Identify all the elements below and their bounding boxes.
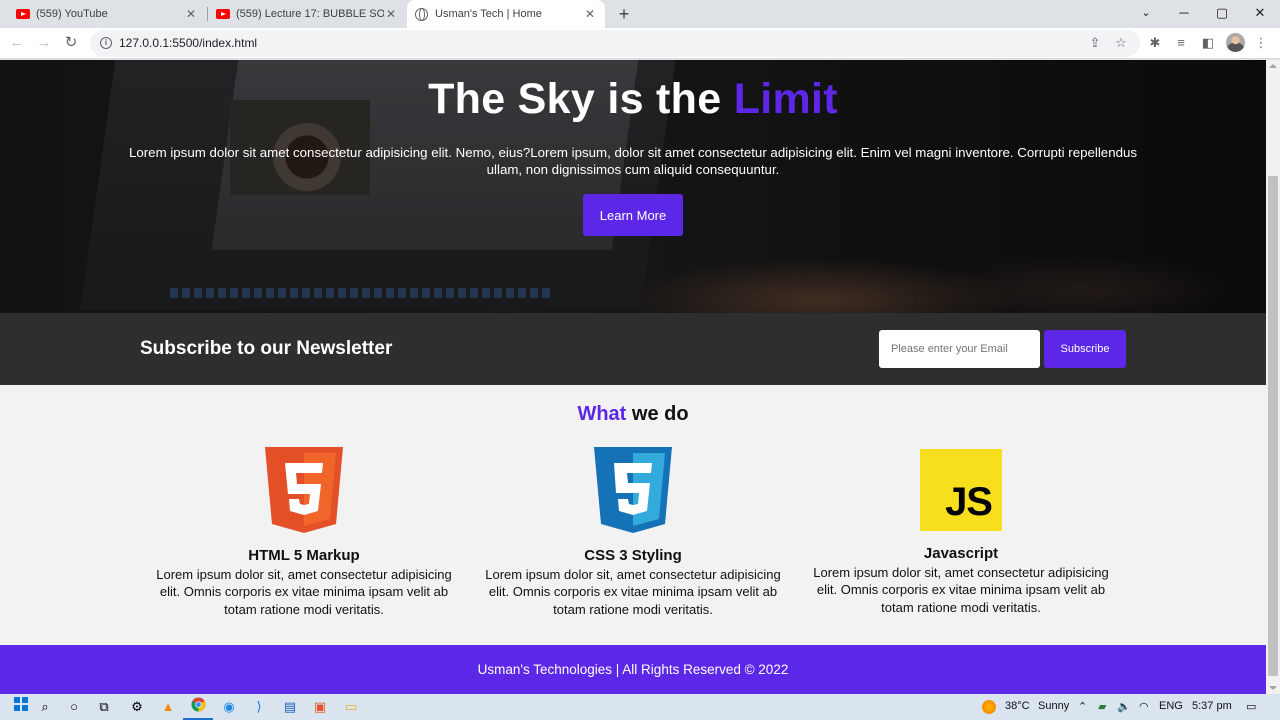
- side-panel-icon[interactable]: ◧: [1199, 34, 1217, 52]
- service-card-javascript: JS Javascript Lorem ipsum dolor sit, ame…: [806, 447, 1116, 616]
- page-footer: Usman's Technologies | All Rights Reserv…: [0, 645, 1266, 694]
- hero-title-accent: Limit: [733, 75, 838, 123]
- services-title: What we do: [0, 403, 1266, 426]
- tab-strip: (559) YouTube ✕ (559) Lecture 17: BUBBLE…: [0, 0, 1280, 28]
- forward-icon[interactable]: →: [33, 32, 55, 54]
- task-view-icon[interactable]: ⧉: [94, 697, 114, 717]
- language-indicator[interactable]: ENG: [1159, 700, 1183, 712]
- vscode-icon[interactable]: ⟩: [249, 697, 269, 717]
- close-icon[interactable]: ✕: [583, 7, 597, 21]
- tab-usmans-tech[interactable]: Usman's Tech | Home ✕: [407, 0, 605, 28]
- search-icon[interactable]: ⌕: [35, 697, 55, 717]
- clock-time[interactable]: 5:37 pm: [1192, 700, 1232, 712]
- cortana-icon[interactable]: ○: [64, 697, 84, 717]
- reading-list-icon[interactable]: ≡: [1172, 34, 1190, 52]
- close-icon[interactable]: ✕: [384, 7, 398, 21]
- wifi-icon[interactable]: ◠: [1139, 700, 1149, 713]
- service-title: HTML 5 Markup: [248, 547, 360, 564]
- scroll-up-icon[interactable]: [1269, 64, 1277, 68]
- tray-chevron-up-icon[interactable]: ⌃: [1078, 700, 1087, 713]
- weather-description[interactable]: Sunny: [1038, 700, 1069, 712]
- scrollbar-thumb[interactable]: [1268, 176, 1278, 676]
- tab-title: (559) YouTube: [36, 8, 108, 20]
- css3-icon: [594, 447, 672, 533]
- footer-copyright: Usman's Technologies | All Rights Reserv…: [477, 662, 789, 677]
- chrome-icon[interactable]: [183, 697, 213, 720]
- address-bar[interactable]: i 127.0.0.1:5500/index.html ⇪ ☆: [90, 30, 1140, 57]
- weather-temperature[interactable]: 38°C: [1005, 700, 1030, 712]
- windows-taskbar: ⌕ ○ ⧉ ⚙ ▲ ◉ ⟩ ▤ ▣ ▭ 38°C Sunny ⌃ ▰ 🔈 ◠ E…: [0, 694, 1280, 720]
- windows-start-icon[interactable]: [11, 697, 31, 717]
- edge-icon[interactable]: ◉: [219, 697, 239, 717]
- html5-icon: [265, 447, 343, 533]
- extensions-icon[interactable]: ✱: [1146, 34, 1164, 52]
- settings-gear-icon[interactable]: ⚙: [127, 697, 147, 717]
- service-card-html: HTML 5 Markup Lorem ipsum dolor sit, ame…: [149, 447, 459, 618]
- bookmark-star-icon[interactable]: ☆: [1113, 35, 1129, 51]
- menu-icon[interactable]: ⋮: [1252, 34, 1270, 52]
- service-card-css: CSS 3 Styling Lorem ipsum dolor sit, ame…: [478, 447, 788, 618]
- services-title-rest: we do: [626, 403, 689, 425]
- javascript-logo-text: JS: [945, 480, 993, 524]
- file-explorer-icon[interactable]: ▭: [341, 697, 361, 717]
- vlc-icon[interactable]: ▲: [158, 697, 178, 717]
- url-text[interactable]: 127.0.0.1:5500/index.html: [119, 36, 257, 50]
- word-icon[interactable]: ▤: [280, 697, 300, 717]
- service-description: Lorem ipsum dolor sit, amet consectetur …: [156, 567, 452, 617]
- tab-title: (559) Lecture 17: BUBBLE SORT in: [236, 8, 384, 20]
- share-icon[interactable]: ⇪: [1087, 35, 1103, 51]
- close-window-button[interactable]: ✕: [1242, 0, 1278, 28]
- tab-youtube[interactable]: (559) YouTube ✕: [8, 0, 206, 28]
- volume-icon[interactable]: 🔈: [1117, 700, 1131, 713]
- email-input[interactable]: [879, 330, 1040, 368]
- site-info-icon[interactable]: i: [100, 37, 112, 49]
- notifications-icon[interactable]: ▭: [1246, 700, 1256, 713]
- service-description: Lorem ipsum dolor sit, amet consectetur …: [813, 565, 1109, 615]
- tab-lecture[interactable]: (559) Lecture 17: BUBBLE SORT in ✕: [208, 0, 406, 28]
- hero-title: The Sky is the Limit: [0, 75, 1266, 124]
- page-scrollbar[interactable]: [1266, 60, 1280, 694]
- reload-icon[interactable]: ↻: [60, 32, 82, 54]
- hero-title-main: The Sky is the: [428, 75, 734, 123]
- learn-more-button[interactable]: Learn More: [583, 194, 683, 236]
- newsletter-title: Subscribe to our Newsletter: [140, 338, 393, 359]
- minimize-button[interactable]: ─: [1166, 0, 1202, 28]
- youtube-icon: [16, 9, 30, 19]
- tab-title: Usman's Tech | Home: [435, 8, 542, 20]
- hero-section: The Sky is the Limit Lorem ipsum dolor s…: [0, 60, 1266, 313]
- weather-sun-icon[interactable]: [982, 700, 996, 714]
- browser-toolbar: ← → ↻ i 127.0.0.1:5500/index.html ⇪ ☆ ✱ …: [0, 28, 1280, 59]
- hero-description: Lorem ipsum dolor sit amet consectetur a…: [128, 145, 1138, 177]
- profile-avatar[interactable]: [1226, 33, 1245, 52]
- maximize-button[interactable]: ▢: [1204, 0, 1240, 28]
- service-title: CSS 3 Styling: [584, 547, 682, 564]
- close-icon[interactable]: ✕: [184, 7, 198, 21]
- globe-icon: [415, 7, 428, 21]
- new-tab-button[interactable]: +: [614, 3, 634, 25]
- media-app-icon[interactable]: ▣: [310, 697, 330, 717]
- service-title: Javascript: [923, 545, 999, 562]
- subscribe-button[interactable]: Subscribe: [1044, 330, 1126, 368]
- page-viewport: The Sky is the Limit Lorem ipsum dolor s…: [0, 60, 1266, 694]
- tab-search-button[interactable]: ⌄: [1128, 0, 1164, 28]
- service-description: Lorem ipsum dolor sit, amet consectetur …: [485, 567, 781, 617]
- services-title-accent: What: [577, 403, 627, 425]
- youtube-icon: [216, 9, 230, 19]
- scroll-down-icon[interactable]: [1269, 686, 1277, 690]
- battery-icon[interactable]: ▰: [1098, 700, 1106, 713]
- newsletter-section: Subscribe to our Newsletter Subscribe: [0, 313, 1266, 385]
- javascript-icon: JS: [920, 449, 1002, 531]
- back-icon[interactable]: ←: [6, 32, 28, 54]
